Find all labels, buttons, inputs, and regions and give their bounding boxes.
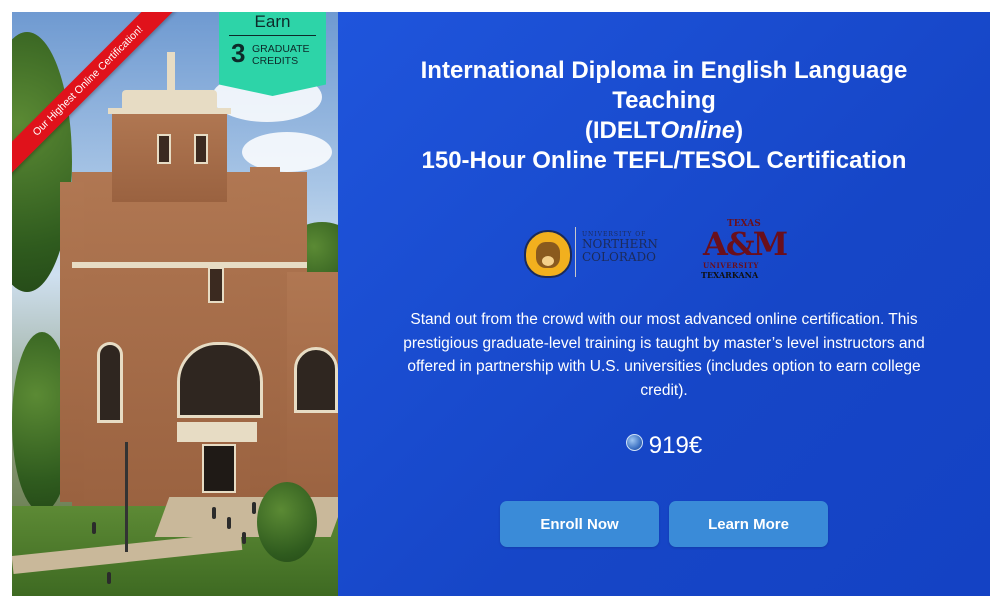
badge-earn-label: Earn [254, 12, 291, 31]
tamu-am: A&M [703, 225, 788, 263]
title-line3-prefix: (IDELT [584, 117, 661, 144]
title-line3: (IDELTOnline) [358, 116, 970, 146]
ribbon-banner: Our Highest Online Certification! [12, 12, 212, 212]
badge-credits-line1: GRADUATE [252, 43, 310, 55]
title-line1: International Diploma in English Languag… [420, 57, 908, 84]
logo-divider [575, 227, 576, 277]
learn-more-button[interactable]: Learn More [669, 501, 828, 547]
badge-divider [229, 35, 316, 36]
credits-badge: Earn 3 GRADUATE CREDITS [219, 12, 326, 96]
title-line3-suffix: ) [735, 117, 744, 144]
course-description: Stand out from the crowd with our most a… [403, 311, 925, 399]
unc-bear-logo-icon [524, 230, 572, 278]
globe-icon [625, 434, 643, 451]
enroll-now-button[interactable]: Enroll Now [500, 501, 659, 547]
ribbon-label: Our Highest Online Certification! [12, 12, 188, 181]
price-value: 919€ [648, 432, 703, 459]
partner-logos: UNIVERSITY OF NORTHERN COLORADO TEXAS A&… [524, 217, 788, 287]
tamu-university: UNIVERSITY [703, 261, 759, 270]
badge-credits-line2: CREDITS [252, 55, 299, 67]
title-line2: Teaching [612, 87, 716, 114]
tamu-texarkana-logo: TEXAS A&M UNIVERSITY TEXARKANA [701, 219, 788, 281]
badge-credits-label: GRADUATE CREDITS [252, 43, 310, 67]
title-line3-italic: Online [660, 117, 736, 144]
badge-credits-number: 3 [231, 38, 246, 68]
unc-line2: COLORADO [582, 250, 656, 264]
unc-logo-text: UNIVERSITY OF NORTHERN COLORADO [582, 231, 658, 264]
course-info-panel: International Diploma in English Languag… [338, 12, 990, 596]
course-price: 919€ [338, 432, 990, 460]
course-card: Our Highest Online Certification! Earn 3… [12, 12, 990, 596]
course-title: International Diploma in English Languag… [358, 56, 970, 176]
title-line4: 150-Hour Online TEFL/TESOL Certification [421, 147, 907, 174]
tamu-city: TEXARKANA [701, 270, 759, 280]
